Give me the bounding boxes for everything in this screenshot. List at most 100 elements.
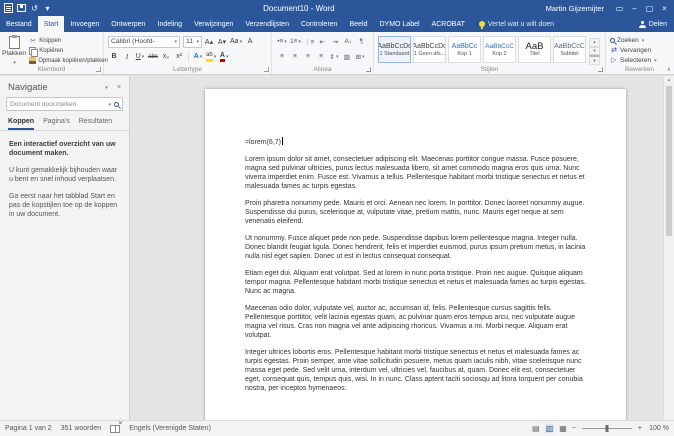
superscript-button[interactable]: x² xyxy=(173,51,185,63)
borders-button[interactable]: ⊞ xyxy=(354,51,366,63)
search-input[interactable] xyxy=(10,100,105,108)
zoom-slider[interactable] xyxy=(581,425,632,432)
close-button[interactable]: × xyxy=(657,0,672,16)
zoom-percentage[interactable]: 100 % xyxy=(646,425,669,432)
style-geen-afstand[interactable]: AaBbCcDc 1 Geen afs... xyxy=(413,36,446,63)
zoom-slider-thumb[interactable] xyxy=(605,425,609,432)
restore-button[interactable]: ▢ xyxy=(642,0,657,16)
copy-button[interactable]: Kopiëren xyxy=(29,47,108,57)
style-kop-1[interactable]: AaBbCc Kop 1 xyxy=(448,36,481,63)
subscript-button[interactable]: x₂ xyxy=(160,51,172,63)
align-center-button[interactable]: ≡ xyxy=(289,51,301,63)
search-icon[interactable] xyxy=(114,101,119,107)
tab-controleren[interactable]: Controleren xyxy=(295,16,344,32)
tab-ontwerpen[interactable]: Ontwerpen xyxy=(105,16,151,32)
bold-button[interactable]: B xyxy=(108,51,120,63)
format-painter-button[interactable]: Opmaak kopiëren/plakken xyxy=(29,57,108,64)
increase-indent-button[interactable]: ⇥ xyxy=(329,36,341,48)
clear-formatting-button[interactable]: A xyxy=(244,36,256,48)
text-highlight-button[interactable]: ab xyxy=(205,51,217,63)
align-left-button[interactable]: ≡ xyxy=(276,51,288,63)
save-button[interactable] xyxy=(17,4,26,12)
paste-button[interactable]: Plakken xyxy=(2,34,26,66)
tab-beeld[interactable]: Beeld xyxy=(344,16,374,32)
tab-verzendlijsten[interactable]: Verzendlijsten xyxy=(239,16,295,32)
style-titel[interactable]: AaB Titel xyxy=(518,36,551,63)
document-canvas[interactable]: =lorem(6,7) Lorem ipsum dolor sit amet, … xyxy=(130,76,663,420)
vertical-scrollbar[interactable]: ▴ xyxy=(663,76,674,420)
tab-bestand[interactable]: Bestand xyxy=(0,16,38,32)
word-count[interactable]: 351 woorden xyxy=(61,425,101,432)
tab-verwijzingen[interactable]: Verwijzingen xyxy=(188,16,239,32)
style-standaard[interactable]: AaBbCcDc 1 Standaard xyxy=(378,36,411,63)
font-name-select[interactable]: Calibri (Hoofd- xyxy=(108,35,180,48)
zoom-in-button[interactable]: + xyxy=(638,425,642,432)
ribbon-display-options-button[interactable]: ▭ xyxy=(612,0,627,16)
cut-button[interactable]: ✂ Knippen xyxy=(29,37,108,45)
close-pane-button[interactable]: × xyxy=(114,84,124,91)
gallery-scroll-down-button[interactable]: ▾ xyxy=(589,46,600,56)
text-effects-button[interactable]: A xyxy=(192,51,204,63)
zoom-out-button[interactable]: − xyxy=(572,425,576,432)
nav-tab-paginas[interactable]: Pagina's xyxy=(43,118,70,130)
collapse-ribbon-button[interactable]: ∧ xyxy=(667,66,671,73)
print-layout-button[interactable]: ▥ xyxy=(544,424,555,433)
style-subtitel[interactable]: AaBbCcC Subtitel xyxy=(553,36,586,63)
account-name[interactable]: Martin Gijzemijter xyxy=(546,4,604,13)
tab-invoegen[interactable]: Invoegen xyxy=(64,16,105,32)
undo-button[interactable]: ↺ xyxy=(30,3,39,14)
italic-button[interactable]: I xyxy=(121,51,133,63)
justify-button[interactable]: ≡ xyxy=(315,51,327,63)
decrease-indent-button[interactable]: ⇤ xyxy=(316,36,328,48)
underline-button[interactable]: U xyxy=(134,51,146,63)
show-formatting-marks-button[interactable]: ¶ xyxy=(355,36,367,48)
multilevel-list-button[interactable]: ⋮≡ xyxy=(303,36,315,48)
find-button[interactable]: Zoeken xyxy=(608,35,671,45)
minimize-button[interactable]: – xyxy=(627,0,642,16)
share-button[interactable]: Delen xyxy=(635,16,671,32)
page-indicator[interactable]: Pagina 1 van 2 xyxy=(5,425,52,432)
titlebar: ↺ ▾ Document10 - Word Martin Gijzemijter… xyxy=(0,0,674,16)
nav-tab-koppen[interactable]: Koppen xyxy=(8,118,35,130)
styles-dialog-launcher[interactable] xyxy=(598,67,603,72)
scroll-up-icon[interactable]: ▴ xyxy=(664,77,674,83)
bullets-button[interactable]: •≡ xyxy=(276,36,288,48)
numbering-button[interactable]: 1≡ xyxy=(289,36,302,48)
strikethrough-button[interactable]: abc xyxy=(147,51,159,63)
align-right-button[interactable]: ≡ xyxy=(302,51,314,63)
nav-tab-resultaten[interactable]: Resultaten xyxy=(79,118,112,130)
shading-button[interactable]: ▨ xyxy=(341,51,353,63)
style-kop-2[interactable]: AaBbCcC Kop 2 xyxy=(483,36,516,63)
divider xyxy=(188,51,189,62)
document-paragraph: Etiam eget dui. Aliquam erat volutpat. S… xyxy=(245,270,586,295)
tab-dymo-label[interactable]: DYMO Label xyxy=(373,16,425,32)
select-button[interactable]: ▷ Selecteren xyxy=(608,55,671,65)
tab-indeling[interactable]: Indeling xyxy=(152,16,189,32)
pane-options-chevron-icon[interactable] xyxy=(101,84,111,91)
search-options-chevron-icon[interactable] xyxy=(107,101,111,108)
line-spacing-button[interactable]: ⇕ xyxy=(328,51,340,63)
scrollbar-thumb[interactable] xyxy=(666,86,672,236)
replace-button[interactable]: ⇄ Vervangen xyxy=(608,45,671,55)
document-search-box xyxy=(6,97,123,111)
paragraph-dialog-launcher[interactable] xyxy=(366,67,371,72)
shrink-font-button[interactable]: A▾ xyxy=(216,36,228,48)
proofing-icon[interactable] xyxy=(110,421,122,433)
language-indicator[interactable]: Engels (Verenigde Staten) xyxy=(129,425,211,432)
font-size-select[interactable]: 11 xyxy=(183,35,202,48)
gallery-scroll-up-button[interactable]: ▴ xyxy=(589,38,600,47)
tab-acrobat[interactable]: ACROBAT xyxy=(426,16,471,32)
qat-customize-button[interactable]: ▾ xyxy=(43,3,52,14)
tell-me-box[interactable]: Vertel wat u wilt doen xyxy=(478,16,554,32)
grow-font-button[interactable]: A▴ xyxy=(203,36,215,48)
gallery-more-button[interactable]: ▾ xyxy=(589,55,600,66)
clipboard-dialog-launcher[interactable] xyxy=(96,67,101,72)
read-mode-button[interactable]: ▤ xyxy=(531,424,541,433)
sort-button[interactable]: A↓ xyxy=(342,36,354,48)
font-color-button[interactable]: A xyxy=(218,51,230,63)
font-dialog-launcher[interactable] xyxy=(264,67,269,72)
tab-start[interactable]: Start xyxy=(37,16,65,32)
web-layout-button[interactable]: ▦ xyxy=(558,424,568,433)
change-case-button[interactable]: Aa xyxy=(229,36,243,48)
document-page[interactable]: =lorem(6,7) Lorem ipsum dolor sit amet, … xyxy=(205,89,626,420)
